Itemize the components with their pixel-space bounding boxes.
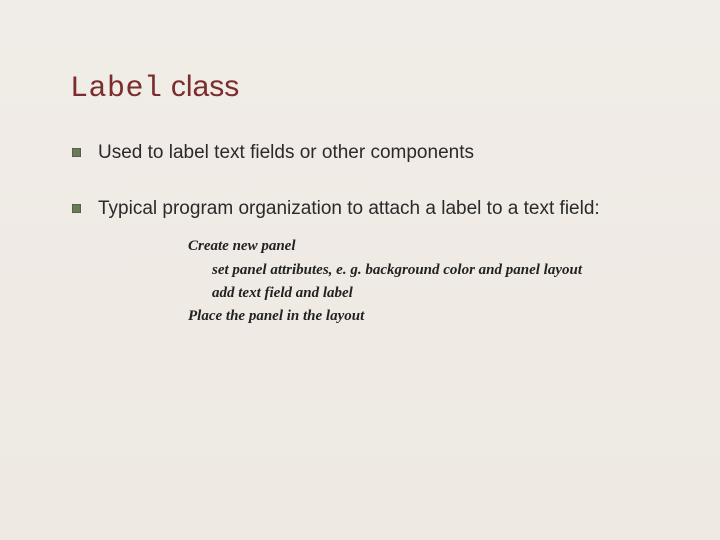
bullet-item: Typical program organization to attach a… [70,196,660,329]
slide: Label class Used to label text fields or… [0,0,720,540]
title-code-part: Label [70,72,163,106]
sublist: Create new panel set panel attributes, e… [188,235,660,328]
sublist-item: add text field and label [188,282,660,305]
bullet-text: Typical program organization to attach a… [98,198,600,219]
sublist-item: set panel attributes, e. g. background c… [188,259,660,282]
bullet-list: Used to label text fields or other compo… [70,140,660,328]
bullet-text: Used to label text fields or other compo… [98,142,474,163]
slide-title: Label class [70,70,660,106]
sublist-item: Create new panel [188,235,660,258]
sublist-item: Place the panel in the layout [188,305,660,328]
bullet-item: Used to label text fields or other compo… [70,140,660,166]
title-plain-part: class [163,70,240,103]
